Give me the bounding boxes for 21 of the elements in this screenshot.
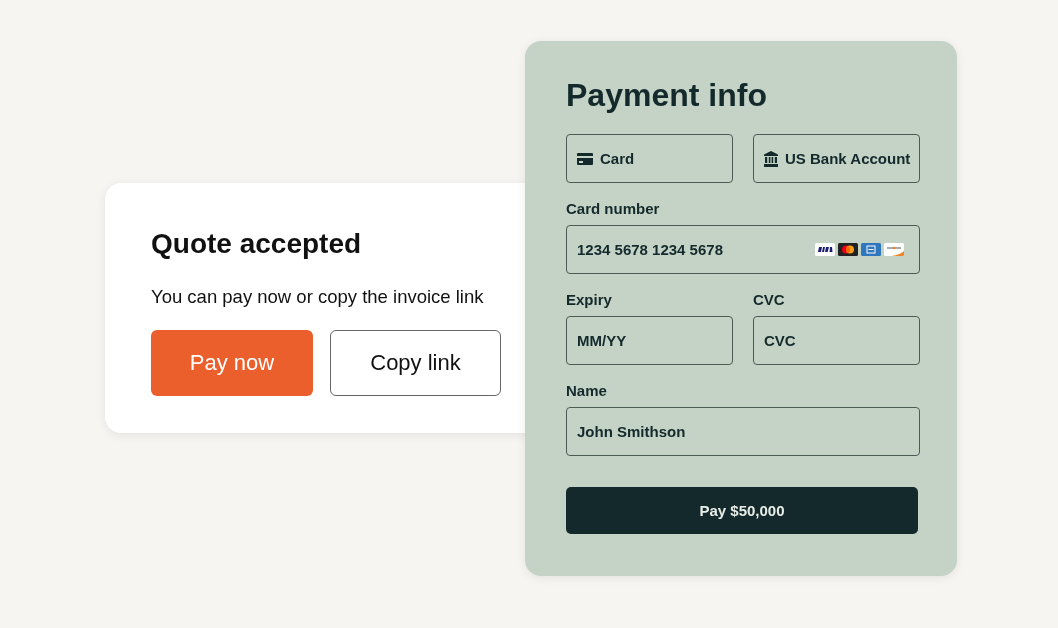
cvc-field[interactable]: CVC	[753, 316, 920, 365]
name-field[interactable]: John Smithson	[566, 407, 920, 456]
payment-title: Payment info	[566, 76, 767, 115]
field-label: CVC	[753, 291, 785, 309]
quote-title: Quote accepted	[151, 228, 362, 260]
card-logo-icon	[815, 243, 835, 256]
card-logo-icon	[884, 243, 904, 256]
field-label: Name	[566, 382, 607, 400]
card-number-field[interactable]: 1234 5678 1234 5678	[566, 225, 920, 274]
payment-method-tab[interactable]: US Bank Account	[753, 134, 920, 183]
expiry-field[interactable]: MM/YY	[566, 316, 733, 365]
quote-message: You can pay now or copy the invoice link	[151, 285, 484, 308]
payment-method-tab[interactable]: Card	[566, 134, 733, 183]
credit-card-icon	[577, 152, 593, 165]
copy-link-button[interactable]: Copy link	[330, 330, 501, 396]
card-logo-icon	[861, 243, 881, 256]
field-label: Card number	[566, 200, 660, 218]
bank-icon	[764, 150, 778, 167]
pay-button[interactable]: Pay $50,000	[566, 487, 918, 534]
field-label: Expiry	[566, 291, 612, 309]
card-logo-icon	[838, 243, 858, 256]
